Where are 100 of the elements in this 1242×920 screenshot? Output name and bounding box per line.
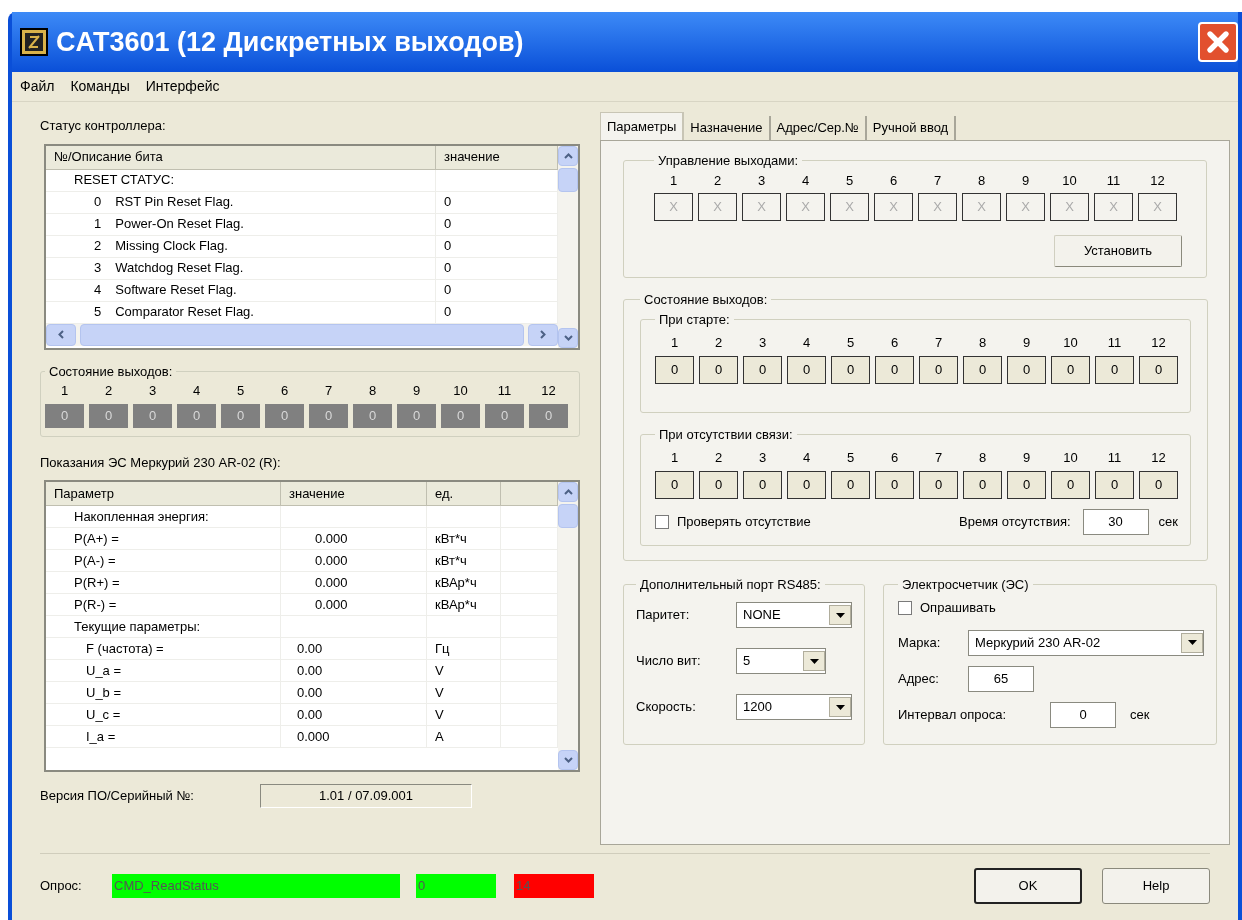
dropdown-field[interactable]: 1200 [736,694,852,720]
interval-field[interactable]: 0 [1050,701,1116,728]
checkbox[interactable] [898,600,912,615]
field-label: Версия ПО/Серийный №: [40,787,195,806]
dialog-button[interactable]: Help [1102,868,1210,904]
output-toggle[interactable]: 0 [831,355,870,384]
table-cell-text: 3 [94,259,102,278]
output-number: 3 [757,171,766,190]
field-label: Время отсутствия: [959,512,1071,531]
table-cell: 0.000 [281,726,427,748]
output-number: 1 [60,382,69,400]
dropdown-field[interactable]: 5 [736,648,826,674]
output-toggle[interactable]: 0 [655,470,694,499]
output-number: 7 [934,449,943,467]
output-toggle[interactable]: 0 [831,470,870,499]
window-title: CAT3601 (12 Дискретных выходов) [56,25,524,59]
dropdown-button[interactable] [829,605,851,625]
output-toggle[interactable]: 0 [1007,355,1046,384]
scroll-thumb[interactable] [558,504,578,528]
output-number: 2 [713,171,722,190]
output-toggle[interactable]: 0 [919,470,958,499]
field-label: Марка: [898,633,942,652]
dropdown-button[interactable] [829,697,851,717]
scrollbar[interactable] [558,145,578,348]
output-number: 7 [934,334,943,352]
field-label: Паритет: [636,606,691,625]
column-header: ед. [427,482,501,506]
output-number: 2 [714,334,723,352]
table-cell-text: Missing Clock Flag. [115,237,228,256]
set-button[interactable]: Установить [1054,235,1182,267]
output-number: 5 [236,382,245,400]
output-toggle[interactable]: 0 [963,355,1002,384]
output-number: 3 [758,449,767,467]
caret-icon [1187,640,1197,645]
table-cell: F (частота) = [46,638,281,660]
field-label: Интервал опроса: [898,705,1008,724]
output-toggle[interactable]: 0 [743,355,782,384]
output-toggle[interactable]: 0 [1095,470,1134,499]
output-number: 8 [978,449,987,467]
output-toggle[interactable]: 0 [1139,355,1178,384]
output-indicator: 0 [529,403,568,428]
output-toggle[interactable]: 0 [787,355,826,384]
close-button[interactable] [1198,22,1238,62]
output-toggle[interactable]: 0 [875,355,914,384]
output-indicator: 0 [397,403,436,428]
address-field[interactable]: 65 [968,665,1034,692]
column-header: значение [436,145,558,170]
output-number: 8 [977,171,986,190]
scrollbar[interactable] [558,482,578,770]
caret-icon [835,612,845,618]
output-toggle[interactable]: 0 [875,470,914,499]
output-number: 4 [801,171,810,190]
version-field: 1.01 / 07.09.001 [260,784,472,808]
output-toggle[interactable]: 0 [1051,355,1090,384]
output-number: 12 [1150,171,1165,190]
output-toggle[interactable]: 0 [1139,470,1178,499]
scroll-thumb[interactable] [558,167,578,192]
output-toggle[interactable]: 0 [743,470,782,499]
output-toggle[interactable]: 0 [699,355,738,384]
group-label: Управление выходами: [657,152,800,170]
output-toggle[interactable]: 0 [919,355,958,384]
field-label: Скорость: [636,698,697,717]
output-toggle[interactable]: 0 [699,470,738,499]
output-number: 1 [669,171,678,190]
dropdown-field[interactable]: Меркурий 230 AR-02 [968,629,1204,656]
dialog-button[interactable]: OK [974,868,1082,904]
timeout-field[interactable]: 30 [1082,508,1149,535]
output-toggle[interactable]: 0 [1007,470,1046,499]
output-number: 10 [1063,449,1078,467]
table-cell-text: RST Pin Reset Flag. [115,193,234,212]
table-cell: P(A+) = [46,528,281,550]
field-label: Число вит: [636,652,702,671]
table-cell-text: 5 [94,303,102,322]
output-number: 7 [324,382,333,400]
menu-item[interactable]: Команды [70,76,130,97]
menu-item[interactable]: Файл [20,76,55,97]
table-cell: 0.000 [281,528,427,550]
checkbox[interactable] [655,514,669,529]
output-toggle[interactable]: 0 [655,355,694,384]
output-indicator: 0 [485,403,524,428]
output-indicator: 0 [353,403,392,428]
dropdown-button[interactable] [803,651,825,671]
output-number: 11 [1107,334,1122,352]
section-label: Статус контроллера: [40,117,167,135]
output-number: 10 [1062,171,1077,190]
tab[interactable]: Параметры [600,112,685,140]
menu-item[interactable]: Интерфейс [145,76,220,97]
output-indicator: 0 [221,403,260,428]
dropdown-button[interactable] [1181,632,1203,653]
output-number: 12 [1151,449,1166,467]
output-toggle[interactable]: 0 [787,470,826,499]
output-toggle[interactable]: 0 [963,470,1002,499]
table-cell: P(R-) = [46,594,281,616]
output-number: 4 [802,449,811,467]
output-toggle[interactable]: 0 [1051,470,1090,499]
column-header: Параметр [46,482,281,506]
output-toggle[interactable]: 0 [1095,355,1134,384]
checkbox-label: Проверять отсутствие [677,512,811,531]
output-number: 4 [802,334,811,352]
dropdown-field[interactable]: NONE [736,602,852,628]
